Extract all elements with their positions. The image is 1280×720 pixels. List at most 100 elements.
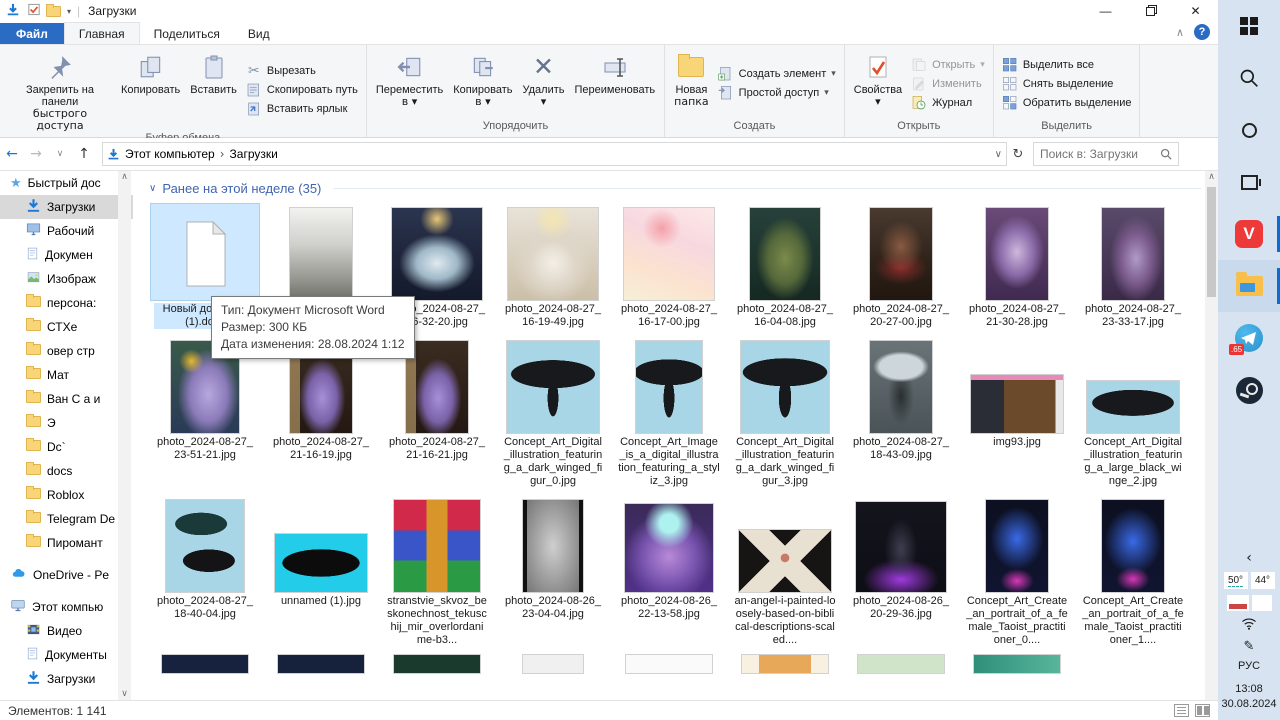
ribbon-button-Вставить[interactable]: Вставить bbox=[185, 47, 242, 132]
scroll-up-icon[interactable]: ∧ bbox=[1205, 172, 1218, 182]
taskbar-cortana-icon[interactable] bbox=[1218, 104, 1280, 156]
sidebar-scrollbar[interactable]: ∧ ∨ bbox=[118, 171, 131, 700]
address-box[interactable]: Этот компьютер › Загрузки ∨ bbox=[102, 142, 1007, 166]
tab-Вид[interactable]: Вид bbox=[234, 23, 284, 44]
search-box[interactable] bbox=[1033, 142, 1179, 166]
file-item[interactable]: Concept_Art_Digital_illustration_featuri… bbox=[495, 337, 611, 488]
taskbar-search-icon[interactable] bbox=[1218, 52, 1280, 104]
sidebar-item-СТХе[interactable]: СТХе bbox=[0, 315, 133, 339]
forward-icon[interactable]: → bbox=[24, 146, 48, 162]
sidebar-item-docs[interactable]: docs bbox=[0, 459, 133, 483]
sidebar-item-Ван С а и[interactable]: Ван С а и bbox=[0, 387, 133, 411]
scroll-up-icon[interactable]: ∧ bbox=[118, 172, 131, 182]
file-item[interactable] bbox=[727, 655, 843, 675]
show-hidden-icons-chevron[interactable]: ‹ bbox=[1246, 550, 1252, 566]
ribbon-button-Открыть[interactable]: Открыть▾ bbox=[911, 57, 985, 73]
file-item[interactable]: photo_2024-08-27_21-16-19.jpg bbox=[263, 337, 379, 488]
tab-Поделиться[interactable]: Поделиться bbox=[140, 23, 234, 44]
ribbon-button-Новая[interactable]: Новаяпапка bbox=[669, 47, 714, 120]
file-item[interactable] bbox=[379, 655, 495, 675]
ribbon-button-Обратить выделение[interactable]: Обратить выделение bbox=[1002, 95, 1132, 111]
breadcrumb-this-pc[interactable]: Этот компьютер bbox=[125, 147, 215, 161]
scroll-down-icon[interactable]: ∨ bbox=[118, 689, 131, 699]
search-input[interactable] bbox=[1040, 147, 1160, 161]
file-item[interactable]: img93.jpg bbox=[959, 337, 1075, 488]
sidebar-item-овер стр[interactable]: овер стр bbox=[0, 339, 133, 363]
file-item[interactable]: photo_2024-08-26_22-13-58.jpg bbox=[611, 496, 727, 647]
monitor-widget2-icon[interactable] bbox=[1252, 595, 1272, 611]
file-item[interactable]: photo_2024-08-26_23-04-04.jpg bbox=[495, 496, 611, 647]
file-item[interactable]: photo_2024-08-27_16-19-49.jpg bbox=[495, 204, 611, 329]
sidebar-item-Dc`[interactable]: Dc` bbox=[0, 435, 133, 459]
details-view-icon[interactable] bbox=[1174, 704, 1189, 717]
ribbon-collapse-icon[interactable]: ∧ bbox=[1176, 26, 1184, 39]
ribbon-button-Создать элемент[interactable]: Создать элемент▾ bbox=[718, 66, 836, 82]
taskbar-taskview-icon[interactable] bbox=[1218, 156, 1280, 208]
ribbon-button-Снять выделение[interactable]: Снять выделение bbox=[1002, 76, 1132, 92]
ribbon-button-Скопировать путь[interactable]: Скопировать путь bbox=[246, 82, 358, 98]
file-item[interactable] bbox=[147, 655, 263, 675]
taskbar-vivaldi-icon[interactable]: V bbox=[1218, 208, 1280, 260]
recent-locations-icon[interactable]: ∨ bbox=[48, 149, 72, 159]
ribbon-button-Удалить[interactable]: ✕Удалить▾ bbox=[518, 47, 570, 120]
file-item[interactable] bbox=[843, 655, 959, 675]
address-dropdown-icon[interactable]: ∨ bbox=[995, 149, 1002, 160]
file-item[interactable] bbox=[263, 655, 379, 675]
file-item[interactable]: photo_2024-08-27_21-30-28.jpg bbox=[959, 204, 1075, 329]
language-indicator[interactable]: РУС bbox=[1238, 660, 1260, 672]
file-item[interactable]: photo_2024-08-26_20-29-36.jpg bbox=[843, 496, 959, 647]
sidebar-item-OneDrive - Pe[interactable]: OneDrive - Pe bbox=[0, 563, 133, 587]
ribbon-button-Переименовать[interactable]: Переименовать bbox=[570, 47, 661, 120]
file-item[interactable]: Concept_Art_Image_is_a_digital_illustrat… bbox=[611, 337, 727, 488]
sidebar-item-Roblox[interactable]: Roblox bbox=[0, 483, 133, 507]
ribbon-button-Закрепить на панели[interactable]: Закрепить на панелибыстрого доступа bbox=[4, 47, 116, 132]
back-icon[interactable]: ← bbox=[0, 146, 24, 162]
sidebar-item-Э[interactable]: Э bbox=[0, 411, 133, 435]
file-item[interactable]: unnamed (1).jpg bbox=[263, 496, 379, 647]
taskbar-explorer-icon[interactable] bbox=[1218, 260, 1280, 312]
scrollbar-thumb[interactable] bbox=[1207, 187, 1216, 297]
tab-Файл[interactable]: Файл bbox=[0, 23, 64, 44]
file-item[interactable]: photo_2024-08-27_16-04-08.jpg bbox=[727, 204, 843, 329]
file-item[interactable]: an-angel-i-painted-loosely-based-on-bibl… bbox=[727, 496, 843, 647]
close-button[interactable]: ✕ bbox=[1173, 0, 1218, 22]
taskbar-win-icon[interactable] bbox=[1218, 0, 1280, 52]
qat-dropdown-icon[interactable]: ▾ bbox=[67, 7, 71, 16]
group-header[interactable]: ∨ Ранее на этой неделе (35) bbox=[133, 171, 1205, 196]
breadcrumb-downloads[interactable]: Загрузки bbox=[230, 147, 278, 161]
file-item[interactable]: photo_2024-08-27_20-27-00.jpg bbox=[843, 204, 959, 329]
taskbar-telegram-icon[interactable]: .65 bbox=[1218, 312, 1280, 364]
sidebar-item-Рабочий[interactable]: Рабочий bbox=[0, 219, 133, 243]
sidebar-item-Этот компью[interactable]: Этот компью bbox=[0, 595, 133, 619]
help-icon[interactable]: ? bbox=[1194, 24, 1210, 40]
thumbnails-view-icon[interactable] bbox=[1195, 704, 1210, 717]
up-icon[interactable]: ↑ bbox=[72, 146, 96, 162]
ribbon-button-Вырезать[interactable]: ✂Вырезать bbox=[246, 63, 358, 79]
file-item[interactable]: photo_2024-08-27_18-40-04.jpg bbox=[147, 496, 263, 647]
sidebar-item-персона:[interactable]: персона: bbox=[0, 291, 133, 315]
group-collapse-icon[interactable]: ∨ bbox=[149, 183, 156, 194]
file-item[interactable]: Concept_Art_Digital_illustration_featuri… bbox=[1075, 337, 1191, 488]
file-item[interactable] bbox=[611, 655, 727, 675]
ribbon-button-Выделить все[interactable]: Выделить все bbox=[1002, 57, 1132, 73]
file-item[interactable]: stranstvie_skvoz_beskonechnost_tekuschij… bbox=[379, 496, 495, 647]
file-item[interactable]: photo_2024-08-27_16-17-00.jpg bbox=[611, 204, 727, 329]
sidebar-item-Изображ[interactable]: Изображ bbox=[0, 267, 133, 291]
ribbon-button-Копировать[interactable]: Копироватьв ▾ bbox=[448, 47, 517, 120]
qat-new-folder-icon[interactable] bbox=[46, 6, 61, 17]
sidebar-item-Быстрый дос[interactable]: ★Быстрый дос bbox=[0, 171, 133, 195]
ribbon-button-Вставить ярлык[interactable]: Вставить ярлык bbox=[246, 101, 358, 117]
temp-widget-1[interactable]: 50° bbox=[1224, 572, 1248, 589]
monitor-widget-icon[interactable] bbox=[1227, 595, 1249, 611]
ribbon-button-Журнал[interactable]: Журнал bbox=[911, 95, 985, 111]
ribbon-button-Копировать[interactable]: Копировать bbox=[116, 47, 185, 132]
file-item[interactable]: photo_2024-08-27_18-43-09.jpg bbox=[843, 337, 959, 488]
restore-button[interactable] bbox=[1128, 0, 1173, 22]
wifi-icon[interactable] bbox=[1241, 617, 1257, 633]
file-item[interactable] bbox=[959, 655, 1075, 675]
sidebar-item-Telegram De[interactable]: Telegram De bbox=[0, 507, 133, 531]
refresh-icon[interactable]: ↻ bbox=[1007, 147, 1029, 162]
pen-icon[interactable]: ✎ bbox=[1244, 639, 1255, 654]
ribbon-button-Свойства[interactable]: Свойства▾ bbox=[849, 47, 907, 120]
content-scrollbar[interactable]: ∧ bbox=[1205, 171, 1218, 700]
